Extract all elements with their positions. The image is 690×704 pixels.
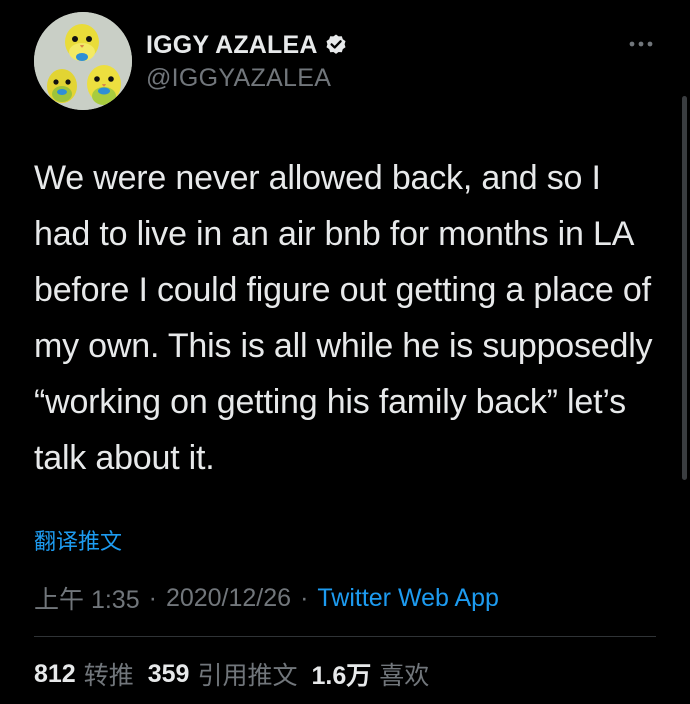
tweet-date[interactable]: 2020/12/26 bbox=[166, 584, 291, 613]
meta-separator: · bbox=[300, 583, 309, 612]
tweet-stats: 812 转推 359 引用推文 1.6万 喜欢 bbox=[34, 656, 443, 692]
scrollbar[interactable] bbox=[682, 96, 687, 480]
tweet-metadata: 上午 1:35 · 2020/12/26 · Twitter Web App bbox=[34, 580, 499, 616]
author-name-row[interactable]: IGGY AZALEA bbox=[146, 28, 348, 62]
author-display-name[interactable]: IGGY AZALEA bbox=[146, 31, 318, 60]
likes-stat[interactable]: 1.6万 喜欢 bbox=[311, 656, 429, 692]
stats-divider bbox=[34, 636, 656, 637]
author-handle[interactable]: @IGGYAZALEA bbox=[146, 64, 331, 93]
retweets-stat[interactable]: 812 转推 bbox=[34, 656, 134, 692]
quotes-stat[interactable]: 359 引用推文 bbox=[148, 656, 298, 692]
likes-label: 喜欢 bbox=[379, 662, 430, 690]
verified-badge-icon bbox=[324, 33, 348, 57]
author-avatar[interactable] bbox=[34, 12, 132, 110]
tweet-text: We were never allowed back, and so I had… bbox=[34, 159, 653, 477]
likes-count: 1.6万 bbox=[311, 662, 372, 690]
tweet-source-link[interactable]: Twitter Web App bbox=[317, 584, 499, 613]
meta-separator: · bbox=[148, 583, 157, 612]
tweet-time[interactable]: 上午 1:35 bbox=[34, 580, 140, 616]
parakeet-avatar-icon bbox=[34, 12, 132, 110]
quotes-count: 359 bbox=[147, 659, 190, 688]
retweets-count: 812 bbox=[34, 659, 76, 688]
tweet-detail: IGGY AZALEA @IGGYAZALEA We were never al… bbox=[0, 0, 690, 704]
translate-tweet-link[interactable]: 翻译推文 bbox=[34, 524, 122, 556]
retweets-label: 转推 bbox=[83, 662, 134, 690]
more-options-icon[interactable] bbox=[626, 34, 656, 54]
quotes-label: 引用推文 bbox=[197, 662, 298, 690]
